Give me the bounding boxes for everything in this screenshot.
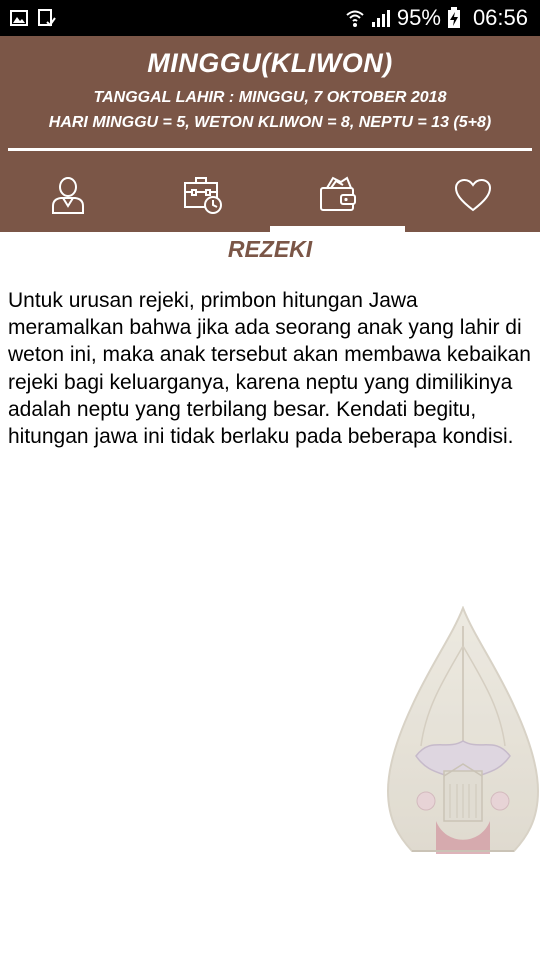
person-icon xyxy=(51,177,84,214)
tab-bar xyxy=(0,158,540,232)
header: MINGGU(KLIWON) TANGGAL LAHIR : MINGGU, 7… xyxy=(0,36,540,232)
tab-personality[interactable] xyxy=(0,158,135,232)
signal-icon xyxy=(371,10,390,27)
tab-fortune[interactable] xyxy=(270,158,405,232)
image-notification-icon xyxy=(10,10,28,26)
clock: 06:56 xyxy=(472,5,528,30)
tab-love[interactable] xyxy=(405,158,540,232)
wifi-icon xyxy=(346,10,364,27)
neptu-calculation-text: HARI MINGGU = 5, WETON KLIWON = 8, NEPTU… xyxy=(48,114,492,131)
wayang-gunungan-image xyxy=(386,606,540,854)
briefcase-clock-icon xyxy=(183,177,222,214)
header-divider xyxy=(8,148,532,151)
status-bar: 95% 06:56 xyxy=(0,0,540,36)
battery-charging-icon xyxy=(447,7,460,28)
wallet-icon xyxy=(319,176,356,211)
heart-icon xyxy=(454,178,491,212)
selected-tab-indicator xyxy=(270,226,405,232)
section-title: REZEKI xyxy=(227,236,313,262)
page-title: MINGGU(KLIWON) xyxy=(147,48,393,78)
fortune-description: Untuk urusan rejeki, primbon hitungan Ja… xyxy=(8,289,531,449)
tab-career[interactable] xyxy=(135,158,270,232)
birth-date-text: TANGGAL LAHIR : MINGGU, 7 OKTOBER 2018 xyxy=(93,89,447,106)
battery-percentage: 95% xyxy=(396,5,441,30)
download-check-icon xyxy=(38,9,56,27)
